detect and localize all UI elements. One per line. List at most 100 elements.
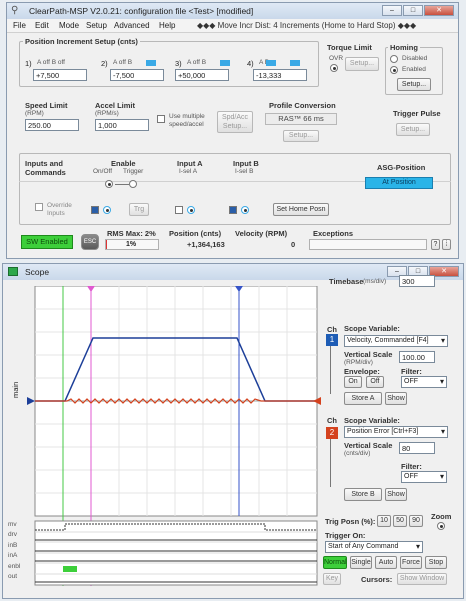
ch2-bracket xyxy=(330,439,331,487)
enable-trigger-radio[interactable] xyxy=(129,180,137,188)
show-b-button[interactable]: Show xyxy=(385,488,407,501)
incr-3-num: 3) xyxy=(175,59,182,68)
override-enable-box[interactable] xyxy=(91,206,99,214)
speed-title: Speed Limit xyxy=(25,101,68,110)
override-enable-radio[interactable] xyxy=(103,206,111,214)
trig-posn-50-button[interactable]: 50 xyxy=(393,515,407,527)
ch1-filter-select[interactable]: OFF xyxy=(401,376,447,388)
exceptions-field xyxy=(309,239,427,250)
menu-file[interactable]: File xyxy=(13,21,26,30)
channel-drv-label: drv xyxy=(8,531,18,538)
torque-setup-button[interactable]: Setup... xyxy=(345,57,379,71)
spd-acc-setup-button[interactable]: Spd/Acc Setup... xyxy=(217,111,253,133)
ch2-badge[interactable]: 2 xyxy=(326,427,338,439)
ch2-scope-var-label: Scope Variable: xyxy=(344,416,400,425)
trigger-on-select[interactable]: Start of Any Command xyxy=(325,541,423,553)
rms-value: 1% xyxy=(126,241,137,248)
profile-setup-button[interactable]: Setup... xyxy=(283,130,319,142)
main-window: ⚲ ClearPath-MSP V2.0.21: configuration f… xyxy=(6,2,459,259)
trg-button[interactable]: Trg xyxy=(129,203,149,216)
zoom-label: Zoom xyxy=(431,512,452,521)
input-a-radio[interactable] xyxy=(187,206,195,214)
accel-title: Accel Limit xyxy=(95,101,136,110)
store-a-button[interactable]: Store A xyxy=(344,392,382,405)
input-b-radio[interactable] xyxy=(241,206,249,214)
menu-help[interactable]: Help xyxy=(159,21,175,30)
show-window-button[interactable]: Show Window xyxy=(397,573,447,585)
trigger-on-label: Trigger On: xyxy=(325,531,366,540)
ch2-scope-var-select[interactable]: Position Error [Ctrl+F3] xyxy=(344,426,448,438)
input-b-box[interactable] xyxy=(229,206,237,214)
ch1-envelope-off-button[interactable]: Off xyxy=(366,376,384,388)
expand-button[interactable]: ⁞ xyxy=(442,239,451,250)
accel-input[interactable]: 1,000 xyxy=(95,119,149,131)
trig-mode-stop-button[interactable]: Stop xyxy=(425,556,447,569)
menu-mode[interactable]: Mode xyxy=(59,21,79,30)
menu-advanced[interactable]: Advanced xyxy=(114,21,150,30)
input-a-box[interactable] xyxy=(175,206,183,214)
timebase-label: Timebase xyxy=(329,277,364,286)
homing-enabled-radio[interactable] xyxy=(390,66,398,74)
maximize-button[interactable]: □ xyxy=(403,5,423,16)
input-b-label: Input B xyxy=(233,159,259,168)
scope-titlebar[interactable]: Scope – □ ✕ xyxy=(3,264,463,280)
show-a-button[interactable]: Show xyxy=(385,392,407,405)
set-home-posn-button[interactable]: Set Home Posn xyxy=(273,203,329,216)
homing-disabled-radio[interactable] xyxy=(390,55,398,63)
multi-speed-checkbox[interactable] xyxy=(157,115,165,123)
ch2-filter-select[interactable]: OFF xyxy=(401,471,447,483)
incr-2-input[interactable]: -7,500 xyxy=(110,69,164,81)
trig-mode-normal-button[interactable]: Normal xyxy=(323,556,347,569)
input-a-label: Input A xyxy=(177,159,203,168)
close-button[interactable]: ✕ xyxy=(424,5,454,16)
trig-mode-force-button[interactable]: Force xyxy=(400,556,422,569)
enable-onoff-radio[interactable] xyxy=(105,180,113,188)
menu-bar: File Edit Mode Setup Advanced Help ◆◆◆ M… xyxy=(7,19,458,33)
homing-disabled-label: Disabled xyxy=(402,55,428,62)
incr-3-input[interactable]: +50,000 xyxy=(175,69,229,81)
store-b-button[interactable]: Store B xyxy=(344,488,382,501)
incr-4-b-indicator xyxy=(290,60,300,66)
ch1-scope-var-select[interactable]: Velocity, Commanded [F4] xyxy=(344,335,448,347)
override-checkbox[interactable] xyxy=(35,203,43,211)
profile-value: RAS™ 66 ms xyxy=(265,113,337,125)
rms-bar: 1% xyxy=(105,239,159,250)
torque-ovr-radio[interactable] xyxy=(330,64,338,72)
asg-status: At Position xyxy=(365,177,433,189)
speed-input[interactable]: 250.00 xyxy=(25,119,79,131)
key-button[interactable]: Key xyxy=(323,573,341,585)
incr-3-label: A off B xyxy=(187,59,207,66)
menu-edit[interactable]: Edit xyxy=(35,21,49,30)
scope-plot[interactable] xyxy=(27,286,321,586)
minimize-button[interactable]: – xyxy=(382,5,402,16)
trig-posn-10-button[interactable]: 10 xyxy=(377,515,391,527)
digital-channels xyxy=(34,520,318,586)
ch1-envelope-on-button[interactable]: On xyxy=(344,376,362,388)
channel-inB-label: inB xyxy=(8,542,18,549)
trig-mode-single-button[interactable]: Single xyxy=(350,556,372,569)
help-button[interactable]: ? xyxy=(431,239,440,250)
ch2-vscale-input[interactable]: 80 xyxy=(399,442,435,454)
ch1-filter-label: Filter: xyxy=(401,367,422,376)
speed-unit: (RPM) xyxy=(25,110,44,117)
menu-setup[interactable]: Setup xyxy=(86,21,107,30)
incr-1-input[interactable]: +7,500 xyxy=(33,69,87,81)
asg-title: ASG-Position xyxy=(377,163,426,172)
ch1-badge[interactable]: 1 xyxy=(326,334,338,346)
trig-mode-auto-button[interactable]: Auto xyxy=(375,556,397,569)
window-title: ClearPath-MSP V2.0.21: configuration fil… xyxy=(29,6,254,16)
homing-title: Homing xyxy=(388,43,420,52)
zoom-radio[interactable] xyxy=(437,522,445,530)
esc-button[interactable]: ESC xyxy=(81,234,99,250)
enable-label: Enable xyxy=(111,159,136,168)
ch1-vscale-input[interactable]: 100.00 xyxy=(399,351,435,363)
trigger-setup-button[interactable]: Setup... xyxy=(396,123,430,136)
main-titlebar[interactable]: ⚲ ClearPath-MSP V2.0.21: configuration f… xyxy=(7,3,458,19)
homing-enabled-label: Enabled xyxy=(402,66,426,73)
homing-setup-button[interactable]: Setup... xyxy=(397,78,431,91)
isel-b-label: I-sel B xyxy=(235,168,254,175)
multi-speed-label: Use multiple speed/accel xyxy=(169,113,205,128)
incr-4-input[interactable]: -13,333 xyxy=(253,69,307,81)
trig-posn-90-button[interactable]: 90 xyxy=(409,515,423,527)
timebase-input[interactable]: 300 xyxy=(399,275,435,287)
